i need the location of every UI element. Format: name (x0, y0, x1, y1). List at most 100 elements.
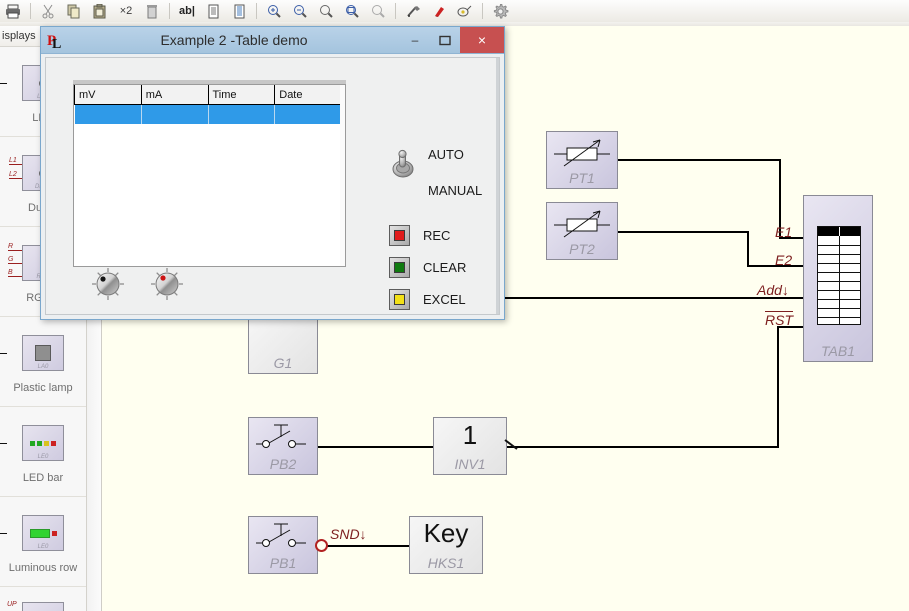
zoom-out-icon[interactable] (287, 1, 313, 21)
page-detail-icon[interactable] (226, 1, 252, 21)
delete-trash-icon[interactable] (139, 1, 165, 21)
table-demo-dialog[interactable]: PL Example 2 -Table demo – × mV mA Time … (40, 26, 505, 320)
connector-node-icon (315, 539, 328, 552)
cut-icon[interactable] (35, 1, 61, 21)
block-pt1[interactable]: PT1 (546, 131, 618, 189)
key-symbol: Key (423, 518, 469, 548)
potentiometer-icon (554, 139, 610, 167)
clear-lamp-icon (389, 257, 410, 278)
cell-mv[interactable] (74, 104, 142, 124)
pin-label-e2: E2 (775, 252, 793, 268)
paste-icon[interactable] (87, 1, 113, 21)
page-list-icon[interactable] (200, 1, 226, 21)
rec-button[interactable]: REC (389, 225, 450, 246)
counter-symbol: UP DN RST Z 0000 C00 (7, 599, 79, 611)
inverter-symbol: 1 (462, 420, 478, 450)
zoom-in-icon[interactable] (261, 1, 287, 21)
toggle-label-manual: MANUAL (428, 183, 483, 198)
cell-ma[interactable] (141, 104, 209, 124)
gear-icon[interactable] (487, 1, 513, 21)
ledbar-lead (0, 443, 7, 444)
clear-button[interactable]: CLEAR (389, 257, 466, 278)
lumrow-tag: LE0 (37, 544, 49, 550)
table-row[interactable] (74, 104, 342, 124)
toggle-switch-icon (392, 149, 414, 178)
toolbar-separator-1 (30, 3, 31, 19)
sidebar-category-label: isplays (2, 30, 36, 42)
table-vertical-scrollbar[interactable] (340, 85, 345, 266)
toolbar-separator-3 (256, 3, 257, 19)
ledbar-body: LE0 (22, 425, 64, 461)
block-inv1[interactable]: 1 INV1 (433, 417, 507, 475)
pin-label-snd: SND↓ (330, 526, 367, 542)
cell-date[interactable] (274, 104, 342, 124)
pin-label-rst: RST (765, 311, 793, 328)
lamp-tag: LA0 (37, 364, 49, 370)
rec-lamp-icon (389, 225, 410, 246)
lumrow-body: LE0 (22, 515, 64, 551)
wire-inv1-up (777, 326, 779, 448)
block-pt2[interactable]: PT2 (546, 202, 618, 260)
block-hks1[interactable]: Key HKS1 (409, 516, 483, 574)
block-pb2[interactable]: PB2 (248, 417, 318, 475)
column-header-ma[interactable]: mA (141, 85, 209, 105)
measurement-grid[interactable]: mV mA Time Date (74, 85, 342, 124)
sidebar-item-led-bar[interactable]: LE0 LED bar (0, 407, 86, 497)
pen-icon[interactable] (426, 1, 452, 21)
auto-manual-toggle[interactable] (387, 147, 419, 179)
main-toolbar: ×2 ab| (0, 0, 909, 23)
sidebar-item-plastic-lamp[interactable]: LA0 Plastic lamp (0, 317, 86, 407)
inverter-negation-icon (504, 439, 518, 450)
lumrow-lead (0, 533, 7, 534)
zoom-normal-icon[interactable] (313, 1, 339, 21)
close-button[interactable]: × (460, 27, 504, 53)
table-header-row: mV mA Time Date (74, 85, 342, 105)
column-header-time[interactable]: Time (208, 85, 276, 105)
paint-icon[interactable] (452, 1, 478, 21)
rec-label: REC (423, 228, 451, 243)
wire-pb1-hks1 (324, 545, 409, 547)
measurement-table[interactable]: mV mA Time Date (73, 84, 346, 267)
pin-label-add: Add↓ (757, 282, 789, 298)
lamp-body: LA0 (22, 335, 64, 371)
knob-ma[interactable] (150, 267, 183, 300)
tools-icon[interactable] (400, 1, 426, 21)
sidebar-item-counter[interactable]: UP DN RST Z 0000 C00 Counter (0, 587, 86, 611)
duplicate-x2-icon[interactable]: ×2 (113, 1, 139, 21)
ledbar-symbol: LE0 (0, 419, 79, 467)
block-tab1[interactable]: TAB1 (803, 195, 873, 362)
text-ab-icon[interactable]: ab| (174, 1, 200, 21)
duoled-pin-l1: L1 (9, 157, 17, 164)
minimize-button[interactable]: – (400, 27, 430, 53)
block-label: PB1 (269, 555, 297, 571)
rgbled-lead-1 (8, 250, 23, 251)
sidebar-item-luminous-row[interactable]: LE0 Luminous row (0, 497, 86, 587)
svg-text:L: L (52, 37, 61, 49)
excel-label: EXCEL (423, 292, 466, 307)
block-pb1[interactable]: PB1 (248, 516, 318, 574)
dialog-title-bar[interactable]: PL Example 2 -Table demo – × (41, 27, 504, 54)
wire-pb2-inv1 (318, 446, 433, 448)
maximize-button[interactable] (430, 27, 460, 53)
sidebar-item-label: Plastic lamp (13, 382, 73, 394)
copy-icon[interactable] (61, 1, 87, 21)
column-header-mv[interactable]: mV (74, 85, 142, 105)
cell-time[interactable] (208, 104, 276, 124)
print-icon[interactable] (0, 1, 26, 21)
rgbled-lead-3 (8, 276, 23, 277)
excel-button[interactable]: EXCEL (389, 289, 466, 310)
dialog-title: Example 2 -Table demo (160, 32, 308, 48)
lamp-square-icon (35, 345, 51, 361)
duoled-lead-2 (9, 178, 23, 179)
pushbutton-icon (256, 424, 306, 448)
pin-label-e1: E1 (775, 224, 793, 240)
zoom-region-icon[interactable] (365, 1, 391, 21)
wire-pt2-down (747, 231, 749, 267)
block-g1[interactable]: G1 (248, 316, 318, 374)
block-label: HKS1 (427, 555, 465, 571)
wire-pt2 (618, 231, 749, 233)
column-header-date[interactable]: Date (274, 85, 342, 105)
table-icon (817, 226, 861, 325)
zoom-fit-icon[interactable] (339, 1, 365, 21)
knob-mv[interactable] (91, 267, 124, 300)
